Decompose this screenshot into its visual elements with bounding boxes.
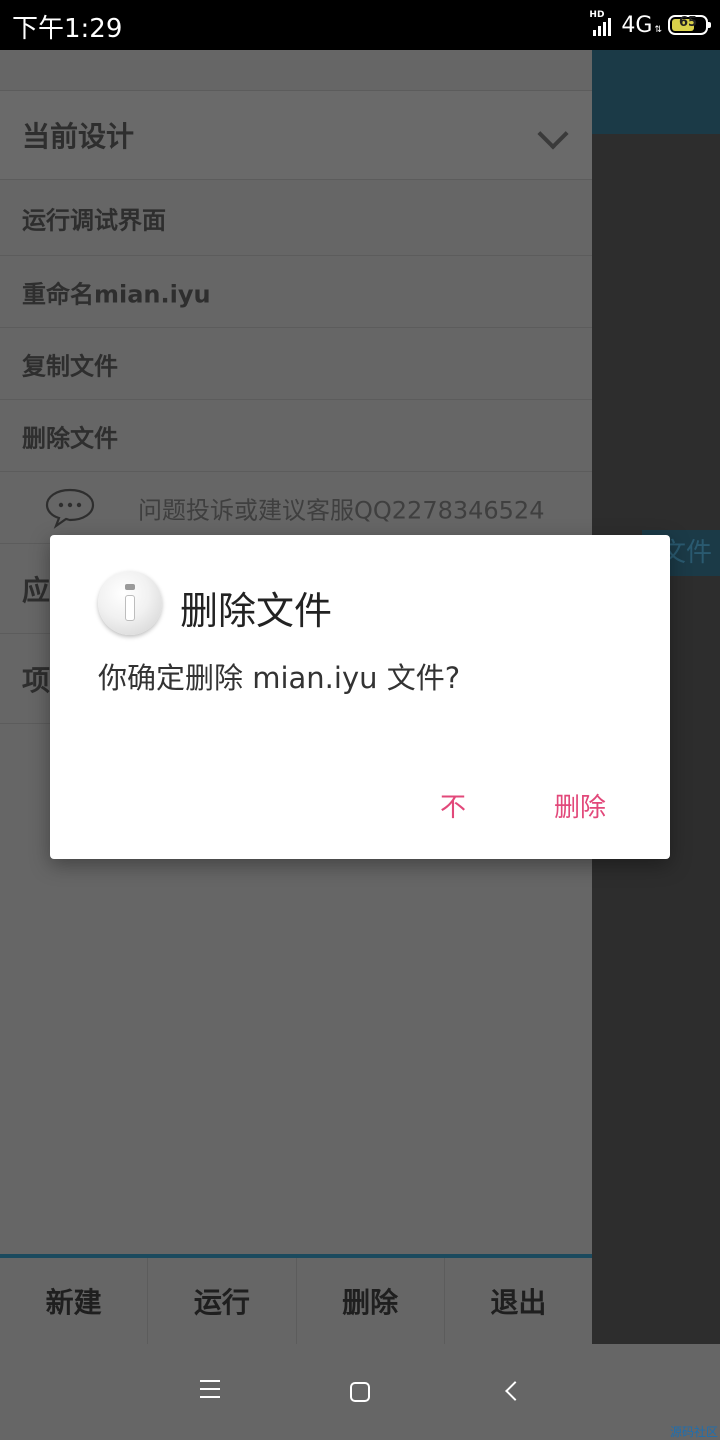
status-bar: 下午1:29 HD 4G ⇅ 65	[0, 0, 720, 50]
menu-icon[interactable]	[200, 1380, 220, 1398]
battery-icon: 65	[668, 15, 711, 35]
signal-icon: HD	[589, 10, 615, 36]
info-icon	[98, 571, 162, 635]
drawer-item-label: 运行调试界面	[22, 206, 166, 234]
drawer-item-label: 复制文件	[22, 352, 118, 380]
delete-button[interactable]: 删除	[297, 1258, 445, 1344]
drawer-item-label: 重命名mian.iyu	[22, 280, 211, 308]
status-icons: HD 4G ⇅ 65	[589, 10, 711, 40]
delete-confirm-dialog: 删除文件 你确定删除 mian.iyu 文件? 不 删除	[50, 535, 670, 859]
drawer-section-label: 应	[22, 573, 51, 607]
drawer-header-current-design[interactable]: 当前设计	[0, 90, 592, 180]
feedback-text: 问题投诉或建议客服QQ2278346524	[138, 496, 545, 524]
back-icon[interactable]	[505, 1381, 525, 1401]
network-activity-icon: ⇅	[654, 25, 662, 35]
drawer-item-label: 删除文件	[22, 424, 118, 452]
drawer-item-copy-file[interactable]: 复制文件	[0, 328, 592, 400]
drawer-section-label: 项	[22, 663, 51, 697]
drawer-item-rename[interactable]: 重命名mian.iyu	[0, 256, 592, 328]
system-nav-bar: 源码社区	[0, 1344, 720, 1440]
drawer-feedback-row[interactable]: 问题投诉或建议客服QQ2278346524	[0, 472, 592, 544]
drawer-item-run-debug[interactable]: 运行调试界面	[0, 180, 592, 256]
run-button[interactable]: 运行	[148, 1258, 297, 1344]
dialog-message: 你确定删除 mian.iyu 文件?	[98, 661, 461, 695]
network-type: 4G	[621, 12, 653, 38]
drawer-item-delete-file[interactable]: 删除文件	[0, 400, 592, 472]
app-header-bar	[592, 50, 720, 134]
chat-bubble-icon	[45, 488, 95, 529]
home-icon[interactable]	[350, 1382, 370, 1402]
new-button[interactable]: 新建	[0, 1258, 149, 1344]
bottom-toolbar: 新建 运行 删除 退出	[0, 1254, 592, 1344]
drawer-header-label: 当前设计	[22, 120, 135, 153]
battery-level: 65	[678, 15, 698, 30]
confirm-delete-button[interactable]: 删除	[554, 787, 606, 824]
dialog-title: 删除文件	[180, 589, 333, 633]
watermark: 源码社区	[669, 1425, 718, 1439]
cancel-button[interactable]: 不	[440, 787, 466, 824]
chevron-down-icon[interactable]	[537, 118, 569, 150]
status-time: 下午1:29	[12, 14, 123, 44]
exit-button[interactable]: 退出	[445, 1258, 592, 1344]
